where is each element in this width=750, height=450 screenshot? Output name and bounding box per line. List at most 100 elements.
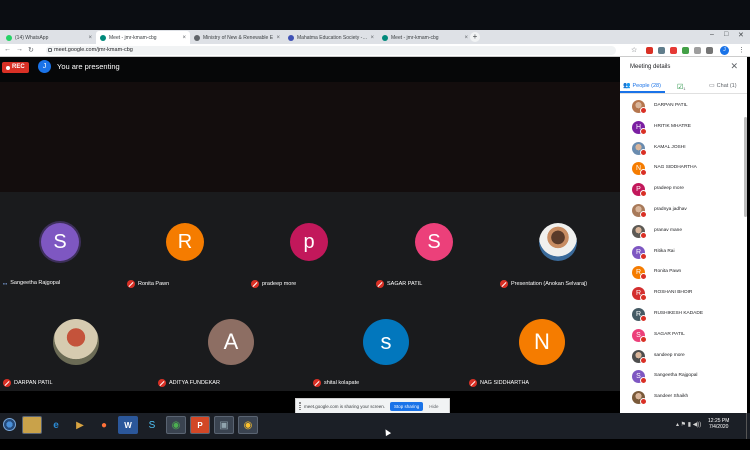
maximize-button[interactable]: □ bbox=[724, 31, 728, 38]
participant-row[interactable]: N NAG SIDDHARTHA bbox=[632, 162, 742, 178]
chat-icon: ▭ bbox=[709, 83, 715, 89]
close-tab-icon[interactable]: × bbox=[88, 35, 92, 41]
hide-button[interactable]: Hide bbox=[429, 404, 438, 409]
close-tab-icon[interactable]: × bbox=[182, 35, 186, 41]
tab-people[interactable]: 👥 People (28) bbox=[623, 82, 661, 90]
media-player-icon[interactable]: ▶ bbox=[70, 416, 90, 434]
back-icon[interactable]: ← bbox=[4, 46, 11, 53]
tab-meet-2[interactable]: Meet - jmr-kmam-cbg × bbox=[378, 31, 472, 44]
mic-off-icon bbox=[500, 280, 508, 288]
close-tab-icon[interactable]: × bbox=[276, 35, 280, 41]
bottom-strip bbox=[0, 439, 750, 450]
sharing-notice: meet.google.com is sharing your screen. bbox=[304, 403, 386, 409]
participant-name: KAMAL JOSHI bbox=[654, 144, 686, 150]
close-panel-button[interactable]: ✕ bbox=[730, 61, 738, 72]
mic-off-icon bbox=[640, 107, 647, 114]
tab-chat[interactable]: ▭ Chat (1) bbox=[709, 82, 737, 90]
minimize-button[interactable]: – bbox=[710, 31, 714, 38]
mic-off-icon bbox=[640, 273, 647, 281]
extension-icon[interactable] bbox=[670, 47, 677, 54]
participant-avatar: R bbox=[166, 223, 204, 261]
participant-row[interactable]: S Sangeetha Rajgopal bbox=[632, 370, 742, 386]
menu-icon[interactable]: ⋮ bbox=[738, 46, 745, 54]
mic-off-icon bbox=[158, 379, 166, 387]
address-bar[interactable]: meet.google.com/jmr-kmam-cbg bbox=[46, 46, 616, 55]
show-desktop-button[interactable] bbox=[746, 413, 750, 439]
chrome-icon[interactable]: ◉ bbox=[166, 416, 186, 434]
participant-row[interactable]: pradnya jadhav bbox=[632, 204, 742, 220]
participant-name: ROSHANI BHOIR bbox=[654, 290, 693, 296]
extension-icon[interactable] bbox=[682, 47, 689, 54]
tab-mahatma[interactable]: Mahatma Education Society - Co × bbox=[284, 31, 378, 44]
close-window-button[interactable]: ✕ bbox=[738, 31, 744, 39]
tab-label: Meet - jmr-kmam-cbg bbox=[109, 34, 157, 41]
close-tab-icon[interactable]: × bbox=[464, 35, 468, 41]
participant-row[interactable]: R Ronita Pawn bbox=[632, 266, 742, 282]
participant-photo bbox=[53, 319, 99, 365]
new-tab-button[interactable]: + bbox=[470, 32, 480, 42]
reload-icon[interactable]: ↻ bbox=[28, 46, 34, 54]
meet-icon bbox=[100, 34, 106, 41]
record-dot-icon bbox=[6, 65, 10, 70]
system-tray-icons[interactable]: ▴ ⚑ ▮ ◀)) bbox=[676, 421, 701, 428]
star-icon[interactable]: ☆ bbox=[631, 46, 637, 54]
participant-row[interactable]: R ROSHANI BHOIR bbox=[632, 287, 742, 303]
drag-handle-icon[interactable] bbox=[299, 402, 301, 410]
mic-off-icon bbox=[3, 379, 11, 387]
tab-chat-label: Chat (1) bbox=[716, 82, 737, 89]
word-icon[interactable]: W bbox=[118, 416, 138, 434]
mic-off-icon bbox=[640, 294, 647, 302]
close-tab-icon[interactable]: × bbox=[370, 35, 374, 41]
dark-band bbox=[0, 82, 620, 192]
presenting-label: You are presenting bbox=[57, 62, 120, 71]
participant-row[interactable]: Sandeer Shaikh bbox=[632, 391, 742, 407]
mic-off-icon bbox=[640, 335, 647, 343]
extension-icon[interactable] bbox=[694, 47, 701, 54]
participant-row[interactable]: pranav mane bbox=[632, 224, 742, 241]
participant-row[interactable]: H HRITIK MHATRE bbox=[632, 120, 742, 137]
tab-tasks[interactable]: ☑ 1 bbox=[677, 82, 686, 92]
scrollbar[interactable] bbox=[744, 117, 747, 217]
file-explorer-icon[interactable] bbox=[22, 416, 42, 434]
extension-icon[interactable] bbox=[646, 47, 653, 54]
rec-label: REC bbox=[12, 64, 25, 70]
lock-icon bbox=[48, 48, 52, 52]
clock-date: 7/4/2020 bbox=[708, 424, 729, 430]
app-icon[interactable]: S bbox=[142, 416, 162, 434]
participant-name: Sangeetha Rajgopal bbox=[654, 373, 698, 379]
site-icon bbox=[288, 34, 294, 41]
app-window-icon[interactable]: ▣ bbox=[214, 416, 234, 434]
chrome-icon[interactable]: ◉ bbox=[238, 416, 258, 434]
participant-row[interactable]: sandeep more bbox=[632, 349, 742, 366]
forward-icon[interactable]: → bbox=[16, 46, 23, 53]
profile-avatar[interactable]: J bbox=[720, 46, 729, 55]
screen-share-bar: meet.google.com is sharing your screen. … bbox=[295, 398, 450, 414]
participant-row[interactable]: Ppradeep more bbox=[632, 183, 742, 199]
start-button[interactable] bbox=[3, 418, 16, 431]
tab-whatsapp[interactable]: (14) WhatsApp × bbox=[2, 31, 96, 44]
firefox-icon[interactable]: ● bbox=[94, 416, 114, 434]
mic-off-icon bbox=[127, 280, 135, 288]
powerpoint-icon[interactable]: P bbox=[190, 416, 210, 434]
participant-row[interactable]: R Ritika Rai bbox=[632, 245, 742, 262]
tab-people-label: People (28) bbox=[632, 82, 661, 89]
participant-avatar: N bbox=[519, 319, 565, 365]
mic-off-icon bbox=[469, 379, 477, 387]
people-icon: 👥 bbox=[623, 83, 631, 89]
tab-ministry[interactable]: Ministry of New & Renewable E × bbox=[190, 31, 284, 44]
participant-name: pranav mane bbox=[654, 227, 682, 233]
participant-row[interactable]: DARPAN PATIL bbox=[632, 100, 742, 116]
participant-row[interactable]: R RUSHIKESH KADADE bbox=[632, 308, 742, 324]
participant-name: Ritika Rai bbox=[654, 248, 675, 254]
participant-name: SAGAR PATIL bbox=[654, 331, 685, 337]
internet-explorer-icon[interactable]: e bbox=[46, 416, 66, 434]
extension-icon[interactable] bbox=[658, 47, 665, 54]
puzzle-icon[interactable] bbox=[706, 47, 713, 54]
clock[interactable]: 12:25 PM 7/4/2020 bbox=[708, 418, 729, 430]
participant-name: ADITYA FUNDEKAR bbox=[158, 379, 220, 387]
participant-row[interactable]: KAMAL JOSHI bbox=[632, 141, 742, 158]
participant-row[interactable]: S SAGAR PATIL bbox=[632, 328, 742, 345]
tab-meet-active[interactable]: Meet - jmr-kmam-cbg × bbox=[96, 31, 190, 44]
stop-sharing-button[interactable]: Stop sharing bbox=[390, 401, 424, 411]
participant-name: Presentation (Anokan Selvaraj) bbox=[500, 280, 587, 288]
